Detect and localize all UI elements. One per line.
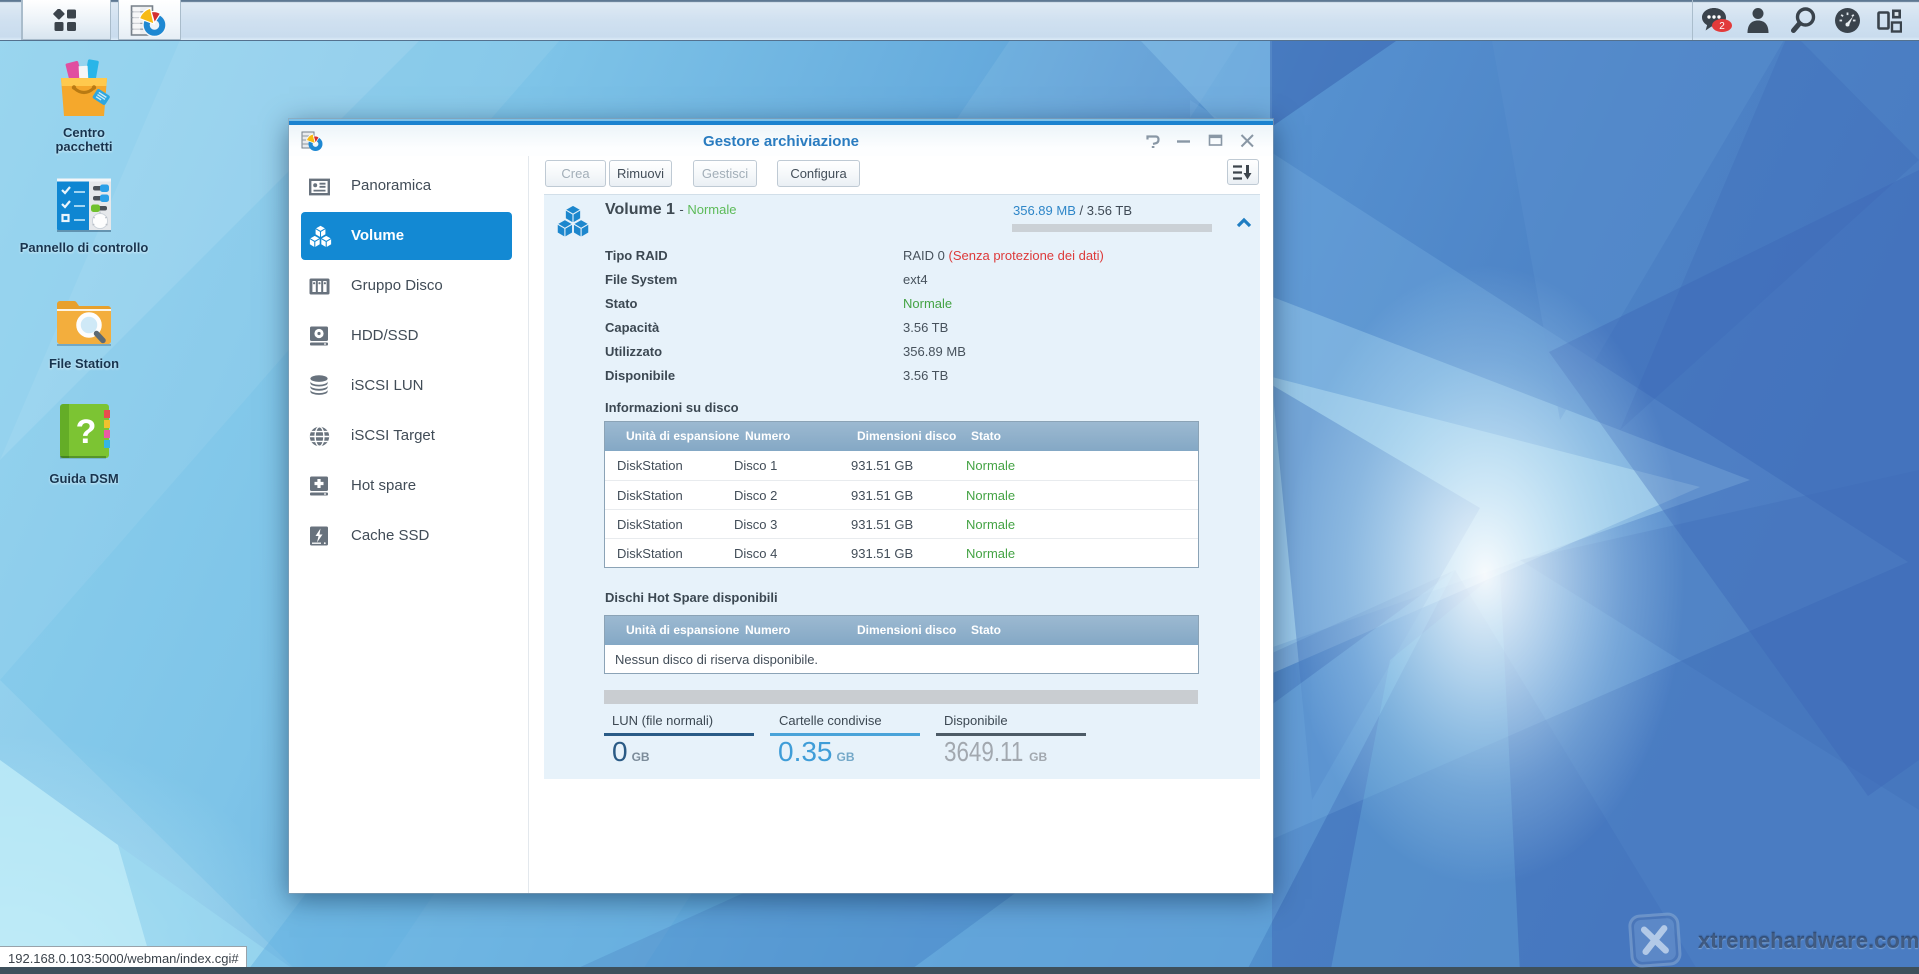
svg-text:?: ? <box>76 413 97 451</box>
svg-text:2: 2 <box>1719 21 1725 32</box>
